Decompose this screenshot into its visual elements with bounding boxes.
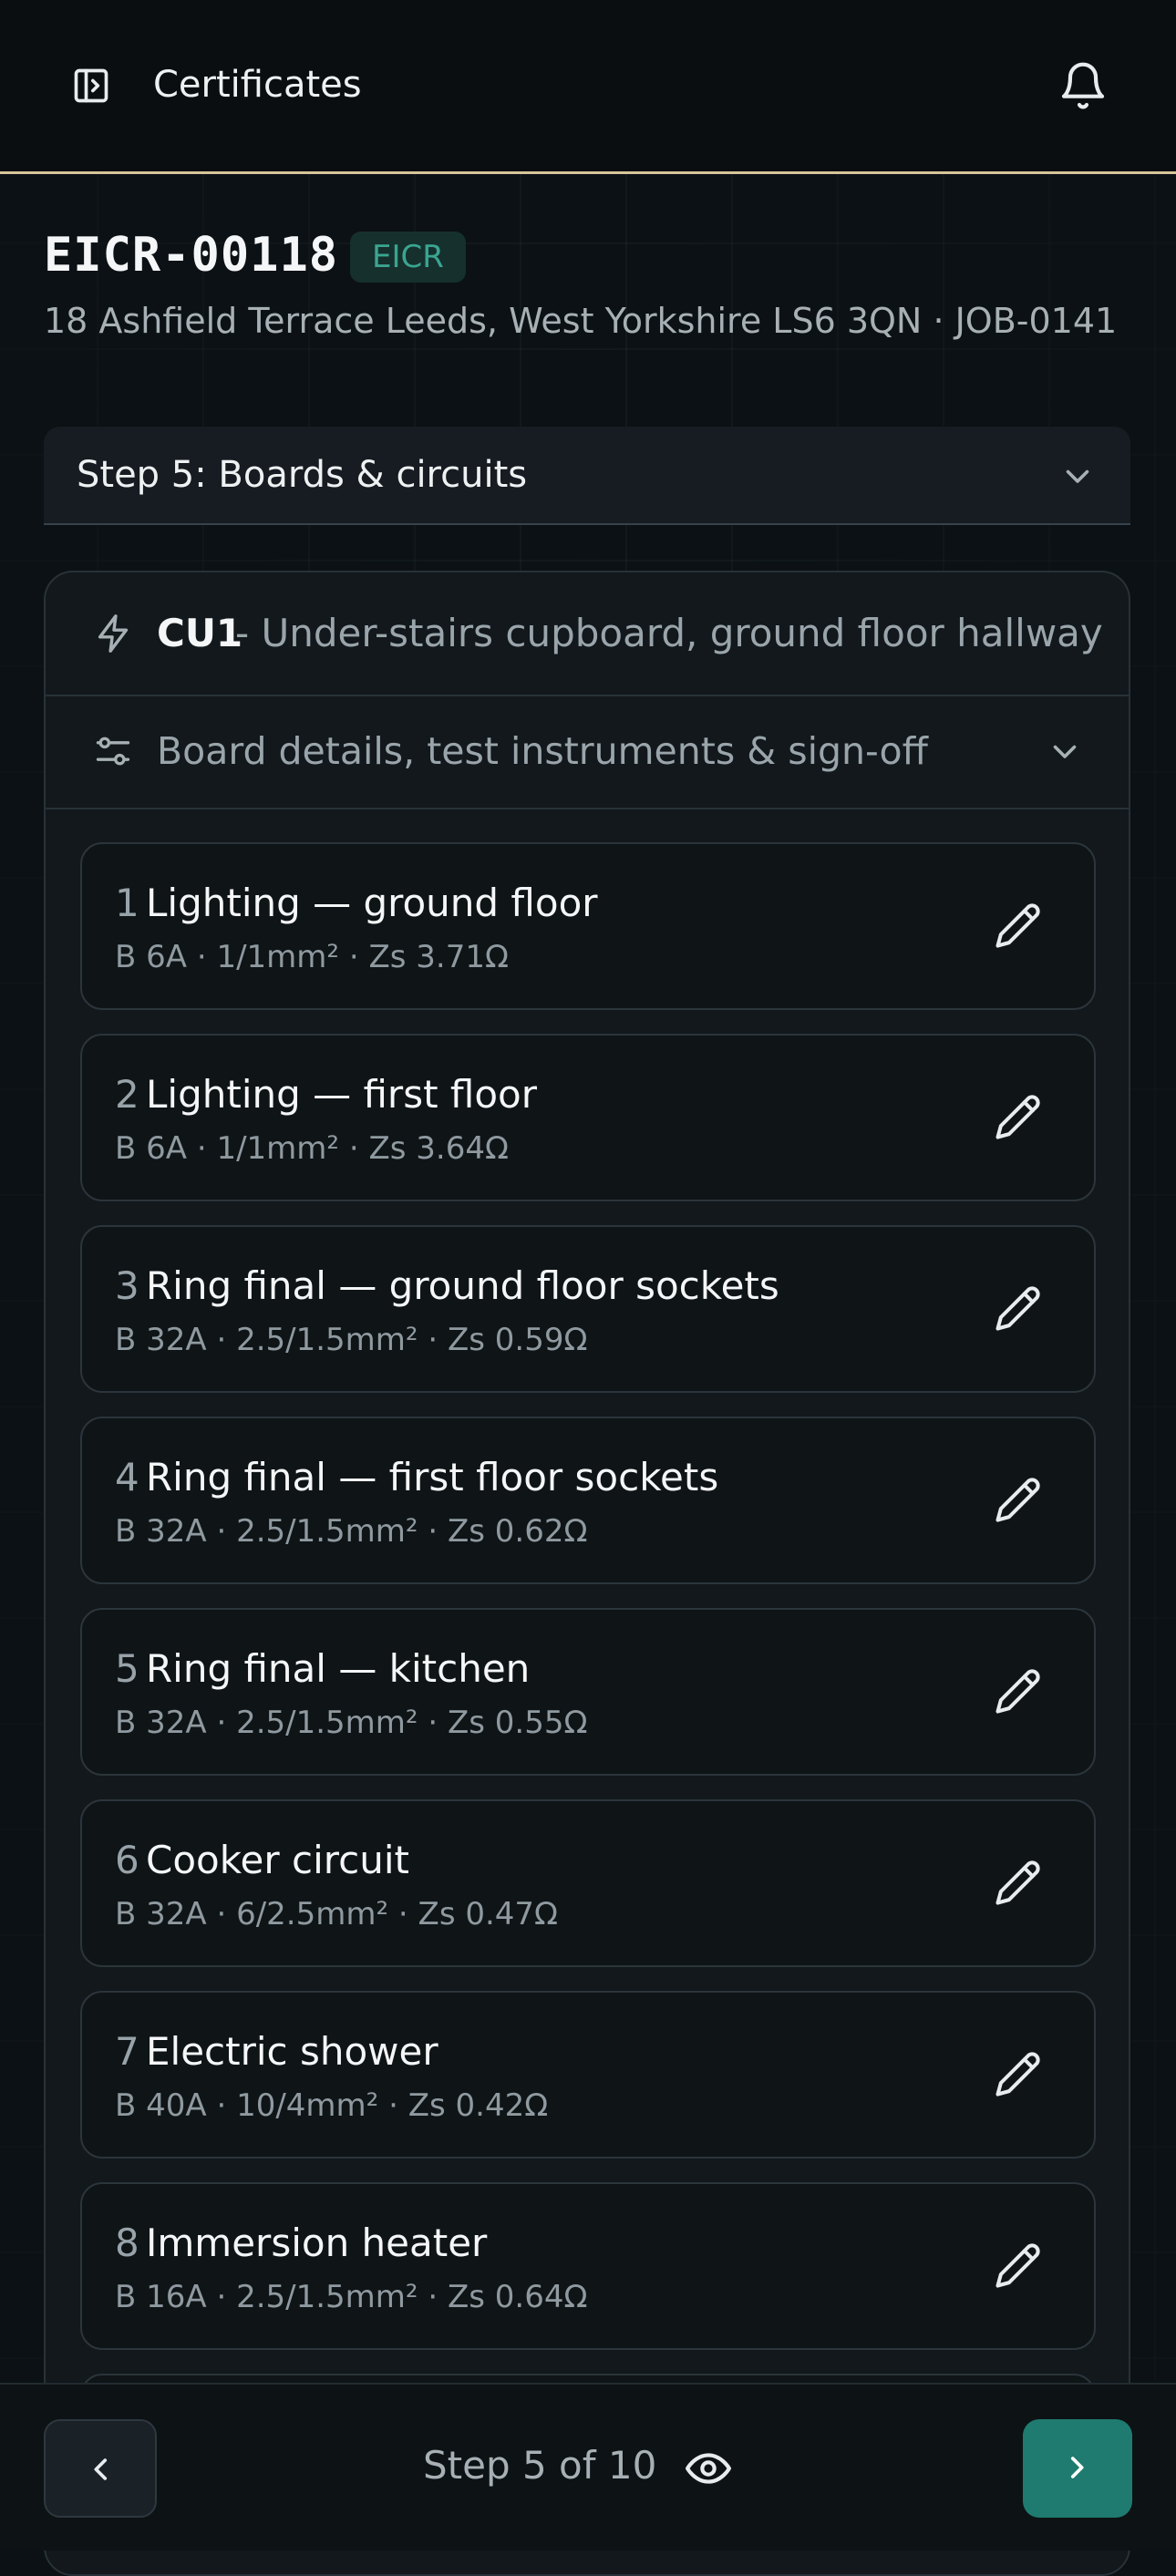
circuit-spec: B 16A · 2.5/1.5mm² · Zs 0.64Ω [115,2279,588,2315]
eye-icon[interactable] [686,2448,731,2488]
certificate-address: 18 Ashfield Terrace Leeds, West Yorkshir… [44,301,1118,341]
board-header: CU1 - Under-stairs cupboard, ground floo… [46,572,1129,696]
page-title: Certificates [153,64,362,106]
circuit-name: Lighting — first floor [146,1072,538,1117]
circuit-name: Electric shower [146,2029,438,2074]
circuit-spec: B 6A · 1/1mm² · Zs 3.64Ω [115,1130,509,1167]
board-name: CU1 [157,611,243,655]
circuit-name: Ring final — ground floor sockets [146,1263,779,1308]
circuit-row[interactable]: 4 Ring final — first floor sockets B 32A… [80,1417,1096,1584]
pencil-icon[interactable] [994,1666,1043,1716]
circuit-number: 8 [115,2221,139,2265]
bottom-navigation: Step 5 of 10 [0,2383,1176,2550]
pencil-icon[interactable] [994,1283,1043,1333]
circuit-number: 1 [115,881,139,925]
pencil-icon[interactable] [994,1475,1043,1524]
pencil-icon[interactable] [994,1858,1043,1907]
certificate-id: EICR-00118 [44,228,339,283]
circuit-spec: B 32A · 2.5/1.5mm² · Zs 0.59Ω [115,1322,588,1358]
circuit-spec: B 40A · 10/4mm² · Zs 0.42Ω [115,2087,549,2124]
circuit-row[interactable]: 6 Cooker circuit B 32A · 6/2.5mm² · Zs 0… [80,1799,1096,1967]
sidebar-toggle-icon[interactable] [71,66,111,106]
circuit-row[interactable]: 2 Lighting — first floor B 6A · 1/1mm² ·… [80,1034,1096,1201]
pencil-icon[interactable] [994,1092,1043,1141]
board-card: CU1 - Under-stairs cupboard, ground floo… [44,571,1130,2576]
pencil-icon[interactable] [994,901,1043,950]
next-step-button[interactable] [1023,2419,1132,2518]
bolt-icon [98,614,129,653]
circuit-number: 5 [115,1646,139,1691]
circuit-row[interactable]: 8 Immersion heater B 16A · 2.5/1.5mm² · … [80,2182,1096,2350]
circuit-name: Immersion heater [146,2221,488,2265]
board-details-toggle[interactable]: Board details, test instruments & sign-o… [46,696,1129,809]
pencil-icon[interactable] [994,2241,1043,2290]
circuit-number: 4 [115,1455,139,1499]
board-location: - Under-stairs cupboard, ground floor ha… [235,611,1103,655]
circuit-name: Cooker circuit [146,1838,409,1882]
circuit-spec: B 6A · 1/1mm² · Zs 3.71Ω [115,939,509,975]
chevron-left-icon [94,2458,108,2480]
circuit-number: 7 [115,2029,139,2074]
step-selector-label: Step 5: Boards & circuits [77,454,528,496]
circuit-name: Lighting — ground floor [146,881,598,925]
circuit-row[interactable]: 1 Lighting — ground floor B 6A · 1/1mm² … [80,842,1096,1010]
chevron-right-icon [1070,2457,1084,2478]
step-counter: Step 5 of 10 [423,2443,657,2488]
circuit-number: 3 [115,1263,139,1308]
chevron-down-icon [1066,469,1089,483]
circuit-row[interactable]: 7 Electric shower B 40A · 10/4mm² · Zs 0… [80,1991,1096,2159]
circuit-row[interactable]: 3 Ring final — ground floor sockets B 32… [80,1225,1096,1393]
board-details-label: Board details, test instruments & sign-o… [157,729,928,773]
circuit-row[interactable]: 5 Ring final — kitchen B 32A · 2.5/1.5mm… [80,1608,1096,1776]
circuit-name: Ring final — kitchen [146,1646,531,1691]
step-selector[interactable]: Step 5: Boards & circuits [44,427,1130,525]
circuit-spec: B 32A · 2.5/1.5mm² · Zs 0.55Ω [115,1705,588,1741]
circuit-number: 6 [115,1838,139,1882]
circuit-number: 2 [115,1072,139,1117]
pencil-icon[interactable] [994,2049,1043,2098]
circuit-name: Ring final — first floor sockets [146,1455,719,1499]
certificate-type-badge: EICR [350,232,466,283]
bell-icon[interactable] [1057,60,1109,111]
sliders-icon [96,737,130,766]
circuit-spec: B 32A · 2.5/1.5mm² · Zs 0.62Ω [115,1513,588,1550]
previous-step-button[interactable] [44,2419,157,2518]
top-bar: Certificates [0,0,1176,174]
circuit-spec: B 32A · 6/2.5mm² · Zs 0.47Ω [115,1896,559,1932]
chevron-down-icon [1053,745,1077,758]
